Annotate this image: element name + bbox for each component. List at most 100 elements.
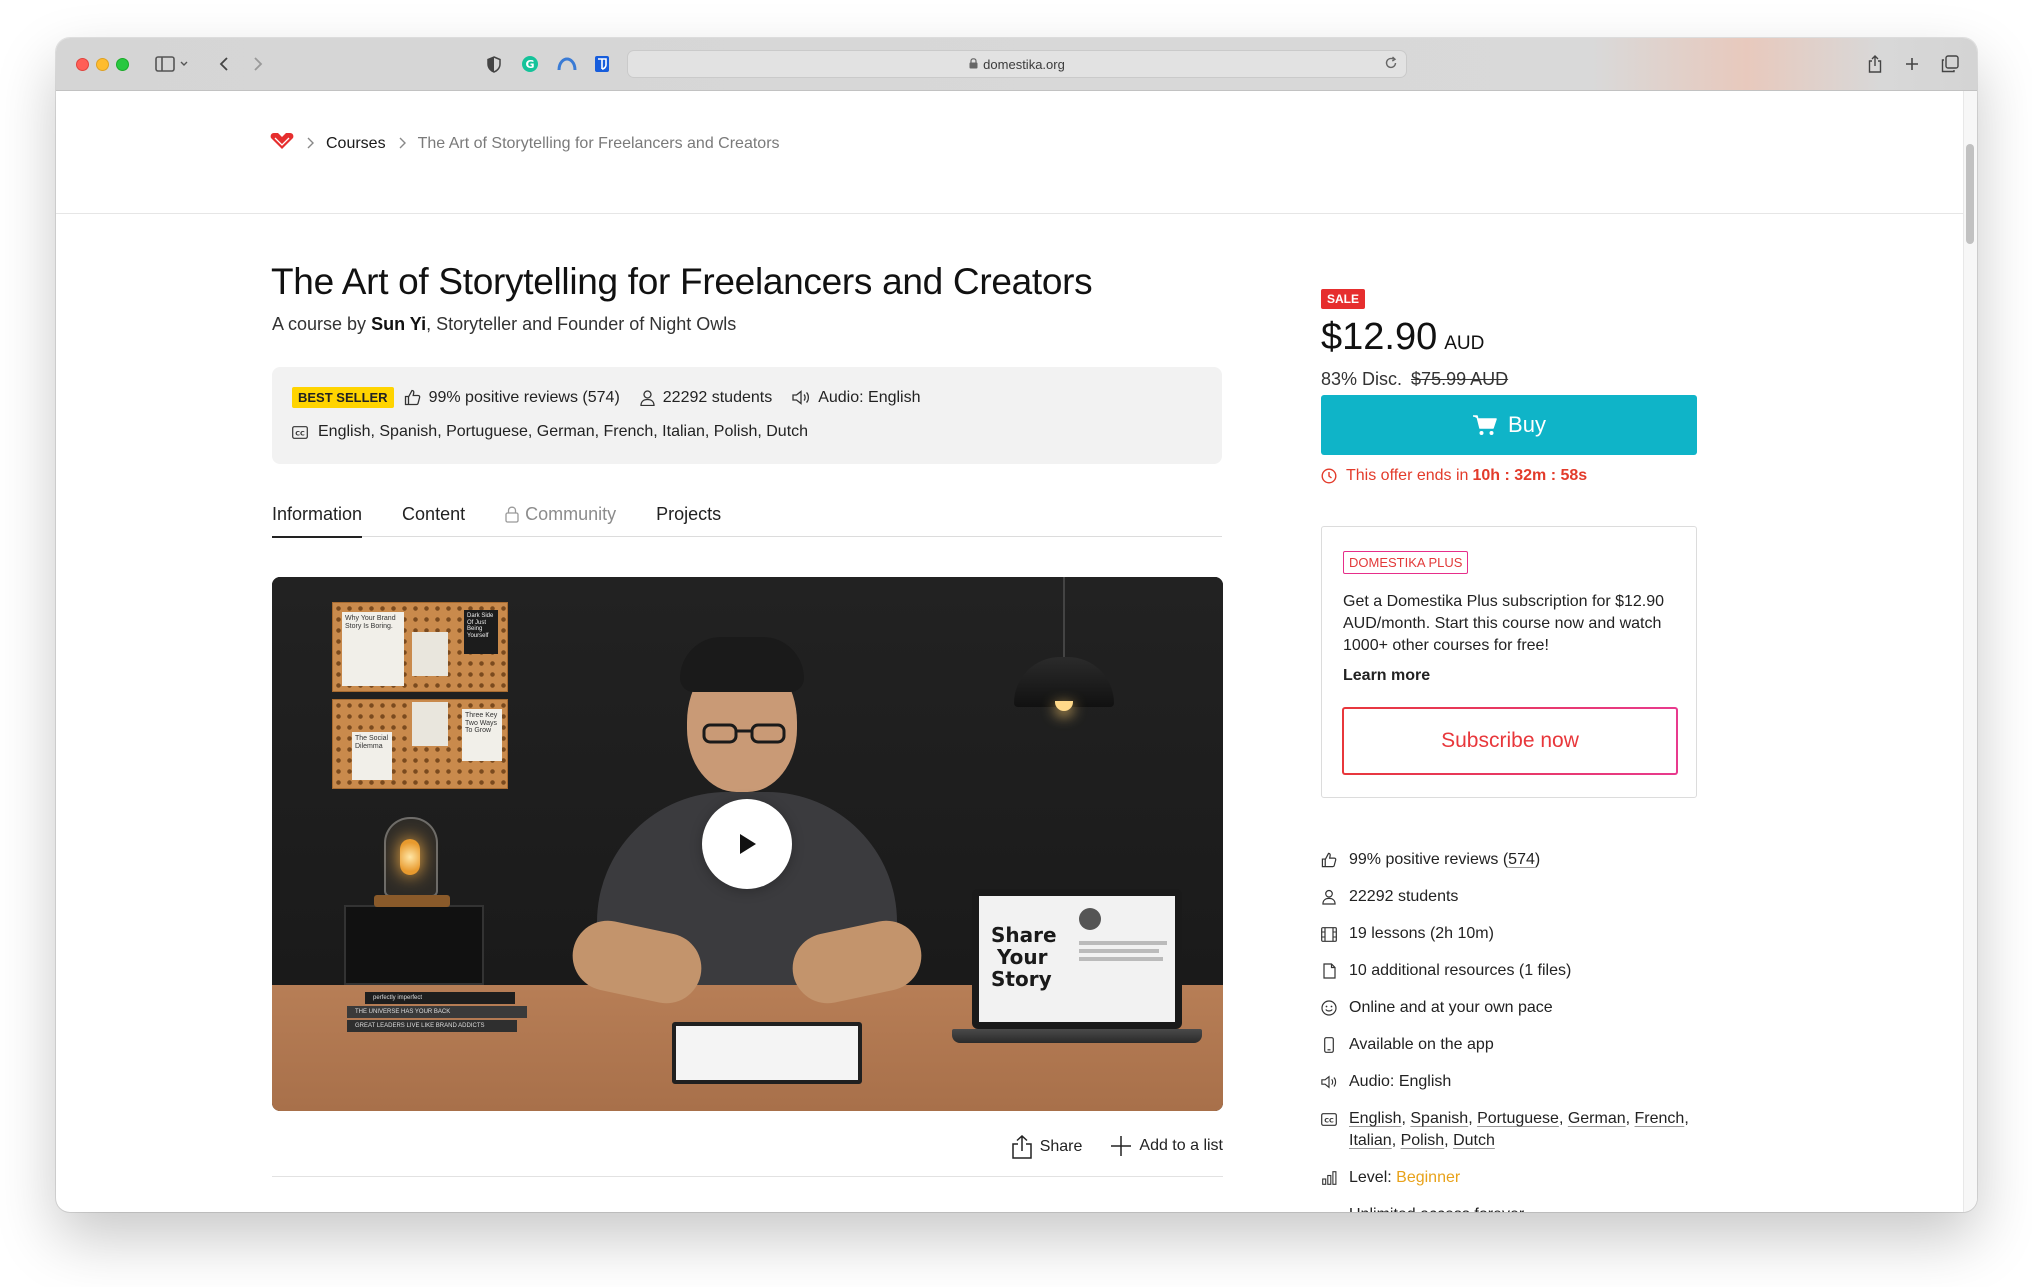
user-icon: [1321, 888, 1337, 906]
reviews-prefix: 99% positive reviews (: [1349, 851, 1509, 868]
forward-icon[interactable]: [248, 52, 268, 76]
chevron-right-icon: [306, 136, 314, 152]
tab-information[interactable]: Information: [272, 501, 363, 538]
feature-reviews: 99% positive reviews (574): [1321, 849, 1721, 871]
poster-text: Why Your Brand Story Is Boring.: [345, 615, 396, 630]
course-stats-box: BEST SELLER 99% positive reviews (574) 2…: [272, 367, 1222, 464]
grammarly-extension-icon[interactable]: G: [520, 52, 540, 76]
breadcrumb-courses-link[interactable]: Courses: [326, 135, 386, 153]
author-name-link[interactable]: Sun Yi: [371, 314, 426, 334]
learn-more-link[interactable]: Learn more: [1343, 667, 1430, 685]
feature-text: Unlimited access forever: [1349, 1204, 1524, 1212]
speaker-icon: [792, 390, 810, 405]
domestika-logo-icon[interactable]: [270, 132, 294, 155]
domestika-plus-card: DOMESTIKA PLUS Get a Domestika Plus subs…: [1321, 526, 1697, 798]
reviews-count-link[interactable]: 574: [1508, 851, 1535, 868]
subtitle-link[interactable]: English: [1349, 1110, 1401, 1127]
subtitles-text: English, Spanish, Portuguese, German, Fr…: [318, 423, 809, 440]
page-scrollbar[interactable]: [1963, 91, 1977, 1212]
closed-captions-icon: CC: [1321, 1110, 1337, 1128]
share-icon: [1011, 1135, 1032, 1159]
tab-overview-icon[interactable]: [1940, 52, 1960, 76]
buy-button[interactable]: Buy: [1321, 395, 1697, 455]
feature-resources: 10 additional resources (1 files): [1321, 960, 1721, 982]
text-placeholder-line: [1079, 949, 1159, 953]
svg-text:CC: CC: [295, 429, 305, 437]
video-actions: Share Add to a list: [272, 1135, 1223, 1177]
share-button[interactable]: Share: [1011, 1135, 1083, 1159]
add-to-list-button[interactable]: Add to a list: [1110, 1135, 1223, 1157]
course-title: The Art of Storytelling for Freelancers …: [271, 261, 1093, 302]
subtitle-link[interactable]: French: [1635, 1110, 1685, 1127]
scrollbar-thumb[interactable]: [1966, 144, 1974, 244]
breadcrumb: Courses The Art of Storytelling for Free…: [270, 132, 780, 155]
poster-card: Why Your Brand Story Is Boring.: [342, 612, 404, 686]
feature-text: Available on the app: [1349, 1036, 1494, 1053]
offer-time: 10h : 32m : 58s: [1472, 467, 1588, 484]
subscribe-now-button[interactable]: Subscribe now: [1342, 707, 1678, 775]
sidebar-toggle-icon[interactable]: [152, 52, 192, 76]
edison-bulb: [400, 839, 420, 875]
svg-text:CC: CC: [1324, 1116, 1334, 1124]
arc-extension-icon[interactable]: [556, 52, 578, 76]
lock-icon: [969, 57, 978, 72]
poster-text: Three Key Two Ways To Grow: [465, 712, 498, 735]
cart-icon: [1473, 415, 1497, 435]
course-video-player[interactable]: Why Your Brand Story Is Boring. Dark Sid…: [272, 577, 1223, 1111]
reload-icon[interactable]: [1384, 56, 1398, 73]
privacy-shield-icon[interactable]: [484, 52, 504, 76]
feature-text: English, Spanish, Portuguese, German, Fr…: [1349, 1110, 1689, 1149]
new-tab-icon[interactable]: [1902, 52, 1922, 76]
closed-captions-icon: CC: [292, 425, 308, 439]
close-window-button[interactable]: [76, 58, 89, 71]
feature-text: 19 lessons (2h 10m): [1349, 925, 1494, 942]
feature-text: Level: Beginner: [1349, 1167, 1460, 1189]
subtitle-link[interactable]: Spanish: [1410, 1110, 1468, 1127]
book: perfectly imperfect: [365, 992, 515, 1004]
thumbs-up-icon: [404, 389, 420, 406]
level-bars-icon: [1321, 1169, 1337, 1187]
text-placeholder-line: [1079, 941, 1167, 945]
poster-text: Dark Side Of Just Being Yourself: [467, 613, 494, 639]
poster-card: The Social Dilemma: [352, 732, 392, 780]
reviews-text: 99% positive reviews (574): [428, 388, 620, 406]
price-currency: AUD: [1444, 333, 1485, 354]
share-label: Share: [1039, 1138, 1083, 1155]
share-page-icon[interactable]: [1865, 52, 1885, 76]
tab-community[interactable]: Community: [505, 501, 616, 537]
smiley-icon: [1321, 999, 1337, 1017]
notepad: [672, 1022, 862, 1084]
laptop-base: [952, 1029, 1202, 1043]
feature-students: 22292 students: [1321, 886, 1721, 908]
subtitle-link[interactable]: Polish: [1401, 1132, 1445, 1149]
plus-icon: [1111, 1136, 1132, 1156]
page-content: Courses The Art of Storytelling for Free…: [56, 91, 1963, 1212]
feature-subtitles: CC English, Spanish, Portuguese, German,…: [1321, 1108, 1721, 1152]
add-to-list-label: Add to a list: [1139, 1137, 1223, 1154]
laptop-display: Share Your Story: [979, 896, 1175, 1022]
feature-text: 99% positive reviews (574): [1349, 849, 1540, 871]
address-bar[interactable]: domestika.org: [627, 50, 1407, 78]
subtitle-link[interactable]: German: [1568, 1110, 1626, 1127]
level-value-link[interactable]: Beginner: [1396, 1169, 1460, 1186]
feature-level: Level: Beginner: [1321, 1167, 1721, 1189]
subtitle-link[interactable]: Italian: [1349, 1132, 1392, 1149]
subtitle-link[interactable]: Dutch: [1453, 1132, 1495, 1149]
bitwarden-extension-icon[interactable]: [592, 52, 612, 76]
laptop-line: Share: [991, 923, 1057, 947]
pendant-lamp-cord: [1063, 577, 1065, 662]
tab-projects[interactable]: Projects: [656, 501, 721, 537]
course-byline: A course by Sun Yi, Storyteller and Foun…: [272, 314, 736, 335]
zoom-window-button[interactable]: [116, 58, 129, 71]
back-icon[interactable]: [214, 52, 234, 76]
offer-prefix: This offer ends in: [1346, 467, 1469, 484]
discount-line: 83% Disc. $75.99 AUD: [1321, 369, 1508, 390]
play-button[interactable]: [702, 799, 792, 889]
minimize-window-button[interactable]: [96, 58, 109, 71]
subtitle-link[interactable]: Portuguese: [1477, 1110, 1559, 1127]
speaker-icon: [1321, 1073, 1337, 1091]
tab-content[interactable]: Content: [402, 501, 465, 537]
poster-card: [412, 632, 448, 676]
feature-text: 10 additional resources (1 files): [1349, 962, 1572, 979]
students-text: 22292 students: [662, 388, 773, 406]
